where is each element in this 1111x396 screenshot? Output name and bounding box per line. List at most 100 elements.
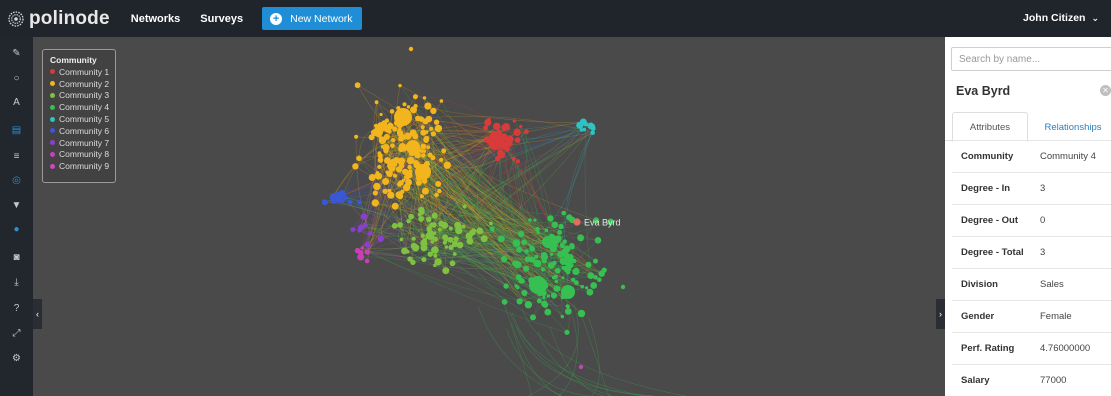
graph-node[interactable] xyxy=(529,245,536,252)
graph-node[interactable] xyxy=(360,213,368,220)
graph-node[interactable] xyxy=(565,258,572,265)
graph-node[interactable] xyxy=(434,258,442,266)
graph-node[interactable] xyxy=(402,248,409,254)
graph-node[interactable] xyxy=(514,137,521,143)
graph-node[interactable] xyxy=(541,258,547,264)
graph-node[interactable] xyxy=(566,270,571,275)
graph-node[interactable] xyxy=(561,210,567,216)
graph-node[interactable] xyxy=(593,258,598,264)
graph-node[interactable] xyxy=(579,118,587,126)
graph-node[interactable] xyxy=(357,200,362,205)
graph-node[interactable] xyxy=(383,123,388,128)
graph-node[interactable] xyxy=(512,119,517,123)
graph-node[interactable] xyxy=(598,270,605,277)
collapse-left-button[interactable]: ‹ xyxy=(33,299,42,329)
graph-node[interactable] xyxy=(390,143,395,148)
graph-node[interactable] xyxy=(476,227,484,235)
graph-node[interactable] xyxy=(549,252,554,256)
graph-node[interactable] xyxy=(557,229,563,235)
graph-node[interactable] xyxy=(382,188,388,194)
graph-node[interactable] xyxy=(546,294,550,298)
graph-node[interactable] xyxy=(411,236,416,241)
graph-node[interactable] xyxy=(363,222,367,227)
graph-node[interactable] xyxy=(517,230,525,238)
graph-node[interactable] xyxy=(437,188,442,194)
graph-node[interactable] xyxy=(433,119,440,125)
graph-node[interactable] xyxy=(544,228,549,233)
graph-node[interactable] xyxy=(534,254,539,259)
graph-node[interactable] xyxy=(536,230,540,235)
tab-attributes[interactable]: Attributes xyxy=(952,112,1028,142)
graph-node[interactable] xyxy=(398,145,405,153)
camera-icon[interactable]: ◙ xyxy=(0,246,33,268)
graph-node[interactable] xyxy=(516,246,522,253)
graph-node[interactable] xyxy=(453,236,459,242)
graph-node[interactable] xyxy=(408,213,414,220)
list-icon[interactable]: ≡ xyxy=(0,145,33,167)
graph-node[interactable] xyxy=(585,261,592,268)
graph-node[interactable] xyxy=(449,260,456,267)
graph-node[interactable] xyxy=(439,157,444,162)
graph-node[interactable] xyxy=(429,234,435,240)
graph-node[interactable] xyxy=(408,169,413,174)
graph-node[interactable] xyxy=(551,275,556,280)
graph-node[interactable] xyxy=(519,124,523,129)
graph-node[interactable] xyxy=(368,174,376,181)
graph-node[interactable] xyxy=(395,166,403,173)
graph-node[interactable] xyxy=(455,226,463,235)
graph-node[interactable] xyxy=(421,242,426,246)
graph-node[interactable] xyxy=(540,267,546,272)
graph-node[interactable] xyxy=(354,82,361,89)
font-icon[interactable]: A xyxy=(0,91,33,113)
graph-node[interactable] xyxy=(425,115,433,123)
graph-node[interactable] xyxy=(379,112,383,117)
graph-node[interactable] xyxy=(420,143,427,150)
graph-node[interactable] xyxy=(357,253,365,261)
graph-node[interactable] xyxy=(438,220,445,227)
graph-node[interactable] xyxy=(521,239,527,245)
graph-node[interactable] xyxy=(374,100,379,105)
brand-logo[interactable]: polinode xyxy=(8,8,110,30)
graph-node[interactable] xyxy=(512,239,521,247)
graph-node[interactable] xyxy=(580,284,585,289)
graph-node[interactable] xyxy=(415,115,421,122)
graph-node[interactable] xyxy=(393,162,398,167)
graph-node[interactable] xyxy=(542,295,546,300)
graph-node[interactable] xyxy=(434,124,443,133)
graph-node[interactable] xyxy=(377,164,382,169)
graph-node[interactable] xyxy=(448,244,454,251)
graph-node[interactable] xyxy=(421,153,426,158)
graph-node[interactable] xyxy=(572,267,580,276)
graph-node[interactable] xyxy=(524,301,533,309)
graph-node[interactable] xyxy=(434,192,439,198)
graph-node[interactable] xyxy=(430,131,436,137)
graph-node[interactable] xyxy=(415,164,431,180)
graph-node[interactable] xyxy=(418,216,424,222)
graph-node[interactable] xyxy=(375,172,382,180)
graph-node[interactable] xyxy=(427,251,433,257)
graph-node[interactable] xyxy=(497,235,505,243)
graph-node[interactable] xyxy=(431,212,438,219)
graph-node[interactable] xyxy=(442,240,447,245)
graph-node[interactable] xyxy=(493,122,501,131)
graph-node[interactable] xyxy=(551,221,559,229)
graph-node[interactable] xyxy=(560,314,564,319)
graph-node[interactable] xyxy=(435,181,442,187)
graph-node[interactable] xyxy=(558,223,564,230)
graph-node[interactable] xyxy=(364,241,371,248)
graph-node[interactable] xyxy=(356,155,362,162)
network-graph[interactable]: Eva Byrd xyxy=(33,37,945,396)
graph-node[interactable] xyxy=(377,235,384,242)
graph-node[interactable] xyxy=(406,218,411,224)
graph-node[interactable] xyxy=(384,118,389,123)
graph-node[interactable] xyxy=(413,160,419,166)
graph-node[interactable] xyxy=(574,280,579,285)
graph-node[interactable] xyxy=(398,133,406,141)
graph-node[interactable] xyxy=(515,159,520,164)
graph-node[interactable] xyxy=(484,119,492,126)
nav-networks[interactable]: Networks xyxy=(131,13,181,25)
graph-node[interactable] xyxy=(541,300,548,307)
graph-node[interactable] xyxy=(542,236,554,248)
graph-node[interactable] xyxy=(401,178,406,182)
user-menu[interactable]: John Citizen ⌄ xyxy=(1023,12,1099,24)
